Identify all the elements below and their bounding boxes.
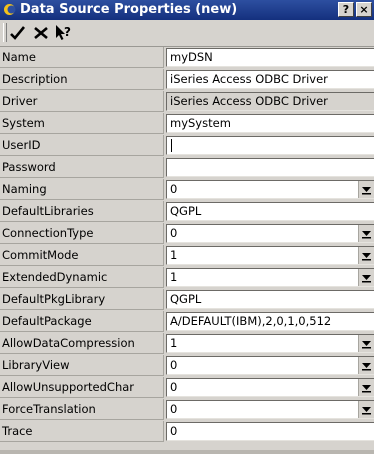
property-value: 0: [170, 402, 178, 416]
allow-data-compression-select[interactable]: 1: [166, 334, 374, 353]
property-value: A/DEFAULT(IBM),2,0,1,0,512: [170, 314, 332, 328]
property-label: DefaultPkgLibrary: [0, 289, 164, 310]
property-label: LibraryView: [0, 355, 164, 376]
property-value: 0: [170, 182, 178, 196]
library-view-select[interactable]: 0: [166, 356, 374, 375]
commit-mode-select[interactable]: 1: [166, 246, 374, 265]
property-row: Driver iSeries Access ODBC Driver: [0, 91, 374, 113]
title-bar[interactable]: Data Source Properties (new) ? ×: [0, 0, 374, 20]
property-row: CommitMode 1: [0, 245, 374, 267]
svg-text:?: ?: [64, 25, 71, 39]
property-label: ConnectionType: [0, 223, 164, 244]
property-row: Name myDSN: [0, 47, 374, 69]
force-translation-select[interactable]: 0: [166, 400, 374, 419]
close-button[interactable]: ×: [356, 2, 372, 17]
dropdown-arrow-icon[interactable]: [358, 247, 374, 264]
whats-this-icon[interactable]: ?: [54, 23, 72, 43]
property-value: iSeries Access ODBC Driver: [170, 72, 328, 86]
property-label: Name: [0, 47, 164, 68]
property-value: 1: [170, 270, 178, 284]
property-row: System mySystem: [0, 113, 374, 135]
default-pkg-library-field[interactable]: QGPL: [166, 290, 374, 309]
property-value: 0: [170, 380, 178, 394]
description-field[interactable]: iSeries Access ODBC Driver: [166, 70, 374, 89]
naming-select[interactable]: 0: [166, 180, 374, 199]
allow-unsupported-char-select[interactable]: 0: [166, 378, 374, 397]
dialog-window: Data Source Properties (new) ? × ? Name m…: [0, 0, 374, 454]
dropdown-arrow-icon[interactable]: [358, 357, 374, 374]
property-row: DefaultPkgLibrary QGPL: [0, 289, 374, 311]
user-id-field[interactable]: [166, 136, 374, 155]
property-value: QGPL: [170, 204, 202, 218]
property-row: DefaultPackage A/DEFAULT(IBM),2,0,1,0,512: [0, 311, 374, 333]
property-value: mySystem: [170, 116, 231, 130]
property-label: AllowUnsupportedChar: [0, 377, 164, 398]
driver-field: iSeries Access ODBC Driver: [166, 92, 374, 111]
property-label: Description: [0, 69, 164, 90]
property-value: 0: [170, 424, 178, 438]
dropdown-arrow-icon[interactable]: [358, 379, 374, 396]
property-label: UserID: [0, 135, 164, 156]
property-label: System: [0, 113, 164, 134]
dropdown-arrow-icon[interactable]: [358, 335, 374, 352]
app-icon: [4, 4, 16, 15]
property-row: ExtendedDynamic 1: [0, 267, 374, 289]
default-libraries-field[interactable]: QGPL: [166, 202, 374, 221]
bottom-border: [0, 450, 374, 454]
default-package-field[interactable]: A/DEFAULT(IBM),2,0,1,0,512: [166, 312, 374, 331]
connection-type-select[interactable]: 0: [166, 224, 374, 243]
property-row: Trace 0: [0, 421, 374, 443]
property-label: CommitMode: [0, 245, 164, 266]
property-value: 0: [170, 358, 178, 372]
property-row: Description iSeries Access ODBC Driver: [0, 69, 374, 91]
password-field[interactable]: [166, 158, 374, 177]
x-icon[interactable]: [32, 23, 50, 43]
property-row: DefaultLibraries QGPL: [0, 201, 374, 223]
property-label: AllowDataCompression: [0, 333, 164, 354]
property-label: ForceTranslation: [0, 399, 164, 420]
text-caret: [171, 139, 172, 152]
property-label: Naming: [0, 179, 164, 200]
property-label: DefaultLibraries: [0, 201, 164, 222]
name-field[interactable]: myDSN: [166, 48, 374, 67]
dropdown-arrow-icon[interactable]: [358, 181, 374, 198]
extended-dynamic-select[interactable]: 1: [166, 268, 374, 287]
dropdown-arrow-icon[interactable]: [358, 401, 374, 418]
property-row: AllowDataCompression 1: [0, 333, 374, 355]
dropdown-arrow-icon[interactable]: [358, 225, 374, 242]
property-row: Naming 0: [0, 179, 374, 201]
system-field[interactable]: mySystem: [166, 114, 374, 133]
trace-field[interactable]: 0: [166, 422, 374, 441]
property-row: UserID: [0, 135, 374, 157]
property-value: 1: [170, 336, 178, 350]
property-value: 1: [170, 248, 178, 262]
property-label: Password: [0, 157, 164, 178]
property-row: AllowUnsupportedChar 0: [0, 377, 374, 399]
help-button[interactable]: ?: [338, 2, 354, 17]
property-row: LibraryView 0: [0, 355, 374, 377]
property-row: ConnectionType 0: [0, 223, 374, 245]
property-row: Password: [0, 157, 374, 179]
property-value: QGPL: [170, 292, 202, 306]
property-row: ForceTranslation 0: [0, 399, 374, 421]
checkmark-icon[interactable]: [9, 23, 27, 43]
property-label: Driver: [0, 91, 164, 112]
property-value: myDSN: [170, 50, 213, 64]
property-value: iSeries Access ODBC Driver: [170, 94, 328, 108]
property-label: Trace: [0, 421, 164, 442]
property-label: DefaultPackage: [0, 311, 164, 332]
toolbar: ?: [0, 20, 374, 47]
window-title: Data Source Properties (new): [20, 2, 238, 17]
property-label: ExtendedDynamic: [0, 267, 164, 288]
toolbar-grip[interactable]: [3, 23, 7, 42]
property-value: 0: [170, 226, 178, 240]
dropdown-arrow-icon[interactable]: [358, 269, 374, 286]
